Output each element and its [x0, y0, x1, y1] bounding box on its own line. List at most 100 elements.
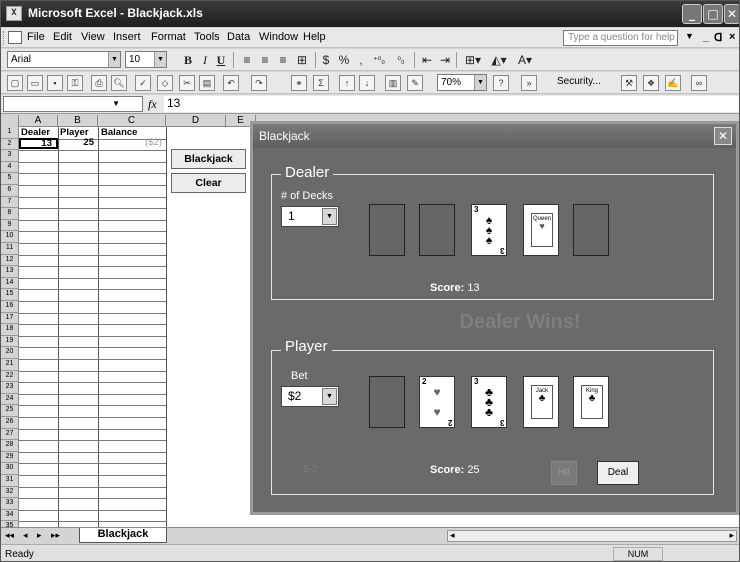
row-header[interactable]: 33 — [1, 498, 19, 510]
save-icon[interactable]: ▪ — [47, 75, 63, 91]
currency-icon[interactable]: $ — [319, 52, 333, 68]
comma-style-icon[interactable]: , — [355, 52, 367, 68]
underline-icon[interactable]: U — [214, 52, 228, 68]
doc-restore-button[interactable]: ᗡ — [714, 31, 722, 44]
cell-a2[interactable]: 13 — [19, 138, 58, 149]
row-header[interactable]: 5 — [1, 173, 19, 185]
column-header-a[interactable]: A — [19, 115, 58, 127]
menu-help[interactable]: Help — [303, 31, 326, 43]
row-header[interactable]: 18 — [1, 324, 19, 336]
print-preview-icon[interactable]: 🔍︎ — [111, 75, 127, 91]
increase-indent-icon[interactable]: ⇥ — [437, 52, 453, 68]
row-header[interactable]: 17 — [1, 312, 19, 325]
decrease-decimal-icon[interactable]: ⁰₀ — [391, 52, 411, 68]
font-size-select[interactable]: 10 ▼ — [125, 51, 167, 68]
help-dropdown-icon[interactable]: ▼ — [685, 31, 694, 41]
drawing-icon[interactable]: ✎ — [407, 75, 423, 91]
maximize-button[interactable]: □ — [703, 4, 723, 24]
help-icon[interactable]: ? — [493, 75, 509, 91]
chevron-down-icon[interactable]: ▼ — [108, 52, 120, 67]
row-header[interactable]: 21 — [1, 359, 19, 371]
menu-insert[interactable]: Insert — [113, 31, 141, 43]
select-all-button[interactable] — [1, 115, 19, 127]
column-header-c[interactable]: C — [98, 115, 166, 127]
minimize-button[interactable]: _ — [682, 4, 702, 24]
row-header[interactable]: 31 — [1, 475, 19, 487]
row-header[interactable]: 6 — [1, 185, 19, 197]
row-header[interactable]: 25 — [1, 405, 19, 417]
row-header[interactable]: 7 — [1, 196, 19, 209]
row-header[interactable]: 34 — [1, 509, 19, 522]
last-sheet-icon[interactable]: ▸▸ — [51, 530, 60, 541]
menu-format[interactable]: Format — [151, 31, 186, 43]
cell-a1[interactable]: Dealer — [21, 128, 50, 138]
hyperlink-icon[interactable]: ⚭ — [291, 75, 307, 91]
percent-icon[interactable]: % — [337, 52, 351, 68]
row-header[interactable]: 8 — [1, 208, 19, 220]
align-left-icon[interactable]: ≡ — [239, 52, 255, 68]
menu-file[interactable]: File — [27, 31, 45, 43]
row-header[interactable]: 9 — [1, 219, 19, 232]
italic-icon[interactable]: I — [199, 52, 211, 68]
row-header[interactable]: 32 — [1, 486, 19, 499]
row-header[interactable]: 4 — [1, 161, 19, 174]
row-header[interactable]: 26 — [1, 417, 19, 429]
chevron-down-icon[interactable]: ▼ — [322, 208, 337, 225]
font-color-icon[interactable]: A▾ — [513, 52, 537, 68]
print-icon[interactable]: ⎙ — [91, 75, 107, 91]
row-header[interactable]: 2 — [1, 138, 19, 151]
menu-data[interactable]: Data — [227, 31, 250, 43]
security-button[interactable]: Security... — [557, 76, 601, 87]
undo-icon[interactable]: ↶ — [223, 75, 239, 91]
chevron-down-icon[interactable]: ▼ — [154, 52, 166, 67]
name-box[interactable]: ▼ — [3, 96, 143, 112]
toolbar-options-icon[interactable]: » — [521, 75, 537, 91]
row-header[interactable]: 29 — [1, 451, 19, 464]
row-header[interactable]: 14 — [1, 277, 19, 290]
cut-icon[interactable]: ✂ — [179, 75, 195, 91]
design-mode-icon[interactable]: ✍ — [665, 75, 681, 91]
chevron-down-icon[interactable]: ▼ — [322, 388, 337, 405]
decks-select[interactable]: 1 ▼ — [281, 206, 339, 227]
web-toolbar-icon[interactable]: ∞ — [691, 75, 707, 91]
font-name-select[interactable]: Arial ▼ — [7, 51, 121, 68]
row-header[interactable]: 12 — [1, 254, 19, 267]
formula-input[interactable]: 13 — [164, 96, 739, 112]
row-header[interactable]: 15 — [1, 289, 19, 301]
row-header[interactable]: 19 — [1, 335, 19, 348]
control-toolbox-icon[interactable]: ⚒ — [621, 75, 637, 91]
close-button[interactable]: ✕ — [724, 4, 739, 24]
bold-icon[interactable]: B — [181, 52, 195, 68]
menu-tools[interactable]: Tools — [194, 31, 220, 43]
row-header[interactable]: 3 — [1, 150, 19, 162]
bet-select[interactable]: $2 ▼ — [281, 386, 339, 407]
sheet-tab-blackjack[interactable]: Blackjack — [79, 528, 167, 543]
borders-icon[interactable]: ⊞▾ — [461, 52, 485, 68]
sort-descending-icon[interactable]: ↓ — [359, 75, 375, 91]
merge-center-icon[interactable]: ⊞ — [293, 52, 311, 68]
menu-view[interactable]: View — [81, 31, 105, 43]
chart-wizard-icon[interactable]: ▥ — [385, 75, 401, 91]
cell-c1[interactable]: Balance — [101, 128, 137, 138]
chevron-down-icon[interactable]: ▼ — [112, 99, 120, 108]
row-header[interactable]: 11 — [1, 243, 19, 255]
workbook-icon[interactable] — [8, 31, 22, 44]
first-sheet-icon[interactable]: ◂◂ — [5, 530, 14, 541]
row-header[interactable]: 24 — [1, 393, 19, 406]
new-document-icon[interactable]: ▢ — [7, 75, 23, 91]
next-sheet-icon[interactable]: ▸ — [37, 530, 42, 541]
blackjack-sheet-button[interactable]: Blackjack — [171, 149, 246, 169]
scroll-right-icon[interactable]: ▸ — [729, 530, 734, 541]
row-header[interactable]: 10 — [1, 231, 19, 243]
row-header[interactable]: 16 — [1, 301, 19, 313]
help-search-input[interactable]: Type a question for help — [563, 30, 678, 46]
prev-sheet-icon[interactable]: ◂ — [23, 530, 28, 541]
fill-color-icon[interactable]: ◭▾ — [487, 52, 511, 68]
doc-close-button[interactable]: × — [729, 31, 735, 43]
row-header[interactable]: 28 — [1, 440, 19, 452]
research-icon[interactable]: ◇ — [157, 75, 173, 91]
doc-minimize-button[interactable]: _ — [703, 31, 709, 43]
menu-edit[interactable]: Edit — [53, 31, 72, 43]
row-header[interactable]: 1 — [1, 127, 19, 139]
increase-decimal-icon[interactable]: ⁺⁰₀ — [369, 52, 389, 68]
